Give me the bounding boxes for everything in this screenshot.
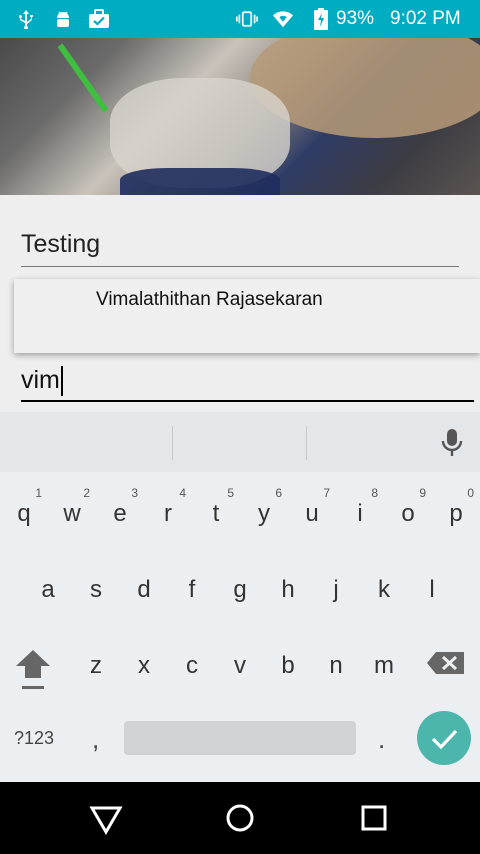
key-c[interactable]: c — [168, 632, 216, 696]
status-bar: 93% 9:02 PM — [0, 0, 480, 38]
key-label: g — [233, 576, 247, 603]
key-label: c — [186, 652, 198, 679]
title-input-value: Testing — [21, 230, 101, 258]
key-label: k — [378, 576, 390, 603]
battery-percentage: 93% — [336, 8, 375, 29]
key-label: w — [63, 500, 81, 527]
key-x[interactable]: x — [120, 632, 168, 696]
key-label: z — [90, 652, 102, 679]
key-number-hint: 0 — [467, 486, 474, 500]
key-label: i — [357, 500, 363, 527]
key-label: x — [138, 652, 150, 679]
key-label: p — [449, 500, 463, 527]
key-label: m — [374, 652, 394, 679]
suggestion-strip — [0, 412, 480, 472]
key-number-hint: 2 — [83, 486, 90, 500]
space-bar[interactable] — [124, 721, 356, 755]
comma-key[interactable]: , — [92, 724, 99, 755]
key-v[interactable]: v — [216, 632, 264, 696]
clock-time: 9:02 PM — [390, 8, 461, 29]
key-label: n — [329, 652, 343, 679]
key-label: t — [212, 500, 220, 527]
key-label: y — [258, 500, 270, 527]
key-label: r — [164, 500, 172, 527]
key-label: h — [281, 576, 295, 603]
wifi-icon — [272, 8, 294, 30]
key-label: u — [305, 500, 319, 527]
header-photo — [0, 38, 480, 195]
android-debug-icon — [52, 8, 74, 30]
key-label: f — [188, 576, 196, 603]
key-s[interactable]: s — [72, 556, 120, 620]
suggestion-divider — [172, 426, 173, 460]
key-number-hint: 5 — [227, 486, 234, 500]
key-i[interactable]: i8 — [336, 480, 384, 544]
back-icon[interactable] — [88, 800, 124, 836]
key-u[interactable]: u7 — [288, 480, 336, 544]
key-b[interactable]: b — [264, 632, 312, 696]
key-l[interactable]: l — [408, 556, 456, 620]
key-t[interactable]: t5 — [192, 480, 240, 544]
done-key[interactable] — [417, 711, 471, 765]
key-m[interactable]: m — [360, 632, 408, 696]
navigation-bar — [0, 782, 480, 854]
suggestion-divider — [306, 426, 307, 460]
text-cursor — [61, 366, 63, 396]
briefcase-check-icon — [88, 8, 110, 30]
key-a[interactable]: a — [24, 556, 72, 620]
key-g[interactable]: g — [216, 556, 264, 620]
vibrate-icon — [236, 8, 258, 30]
key-label: b — [281, 652, 295, 679]
microphone-icon[interactable] — [438, 428, 466, 458]
key-p[interactable]: p0 — [432, 480, 480, 544]
key-label: l — [429, 576, 435, 603]
key-number-hint: 6 — [275, 486, 282, 500]
key-number-hint: 8 — [371, 486, 378, 500]
key-label: j — [333, 576, 339, 603]
key-d[interactable]: d — [120, 556, 168, 620]
home-icon[interactable] — [222, 800, 258, 836]
key-label: a — [41, 576, 55, 603]
key-label: d — [137, 576, 151, 603]
key-j[interactable]: j — [312, 556, 360, 620]
key-q[interactable]: q1 — [0, 480, 48, 544]
shift-key[interactable] — [12, 636, 54, 692]
key-r[interactable]: r4 — [144, 480, 192, 544]
soft-keyboard: q1w2e3r4t5y6u7i8o9p0 asdfghjkl zxcvbnm ?… — [0, 412, 480, 782]
key-e[interactable]: e3 — [96, 480, 144, 544]
name-input[interactable]: vim — [21, 362, 474, 402]
key-z[interactable]: z — [72, 632, 120, 696]
name-input-value: vim — [21, 366, 60, 394]
key-number-hint: 7 — [323, 486, 330, 500]
key-k[interactable]: k — [360, 556, 408, 620]
key-label: o — [401, 500, 415, 527]
symbols-key[interactable]: ?123 — [14, 728, 54, 749]
recents-icon[interactable] — [356, 800, 392, 836]
checkmark-icon — [431, 729, 458, 750]
key-number-hint: 3 — [131, 486, 138, 500]
key-label: s — [90, 576, 102, 603]
key-h[interactable]: h — [264, 556, 312, 620]
key-number-hint: 4 — [179, 486, 186, 500]
usb-icon — [15, 8, 37, 30]
period-key[interactable]: . — [378, 724, 385, 755]
key-f[interactable]: f — [168, 556, 216, 620]
autocomplete-dropdown: Vimalathithan Rajasekaran — [14, 279, 480, 353]
key-label: e — [113, 500, 127, 527]
key-n[interactable]: n — [312, 632, 360, 696]
autocomplete-suggestion[interactable]: Vimalathithan Rajasekaran — [96, 289, 323, 311]
backspace-key[interactable] — [424, 644, 468, 684]
key-number-hint: 9 — [419, 486, 426, 500]
key-o[interactable]: o9 — [384, 480, 432, 544]
key-w[interactable]: w2 — [48, 480, 96, 544]
title-input[interactable]: Testing — [21, 228, 459, 267]
battery-charging-icon — [310, 8, 332, 30]
key-y[interactable]: y6 — [240, 480, 288, 544]
key-number-hint: 1 — [35, 486, 42, 500]
key-label: v — [234, 652, 246, 679]
key-label: q — [17, 500, 31, 527]
